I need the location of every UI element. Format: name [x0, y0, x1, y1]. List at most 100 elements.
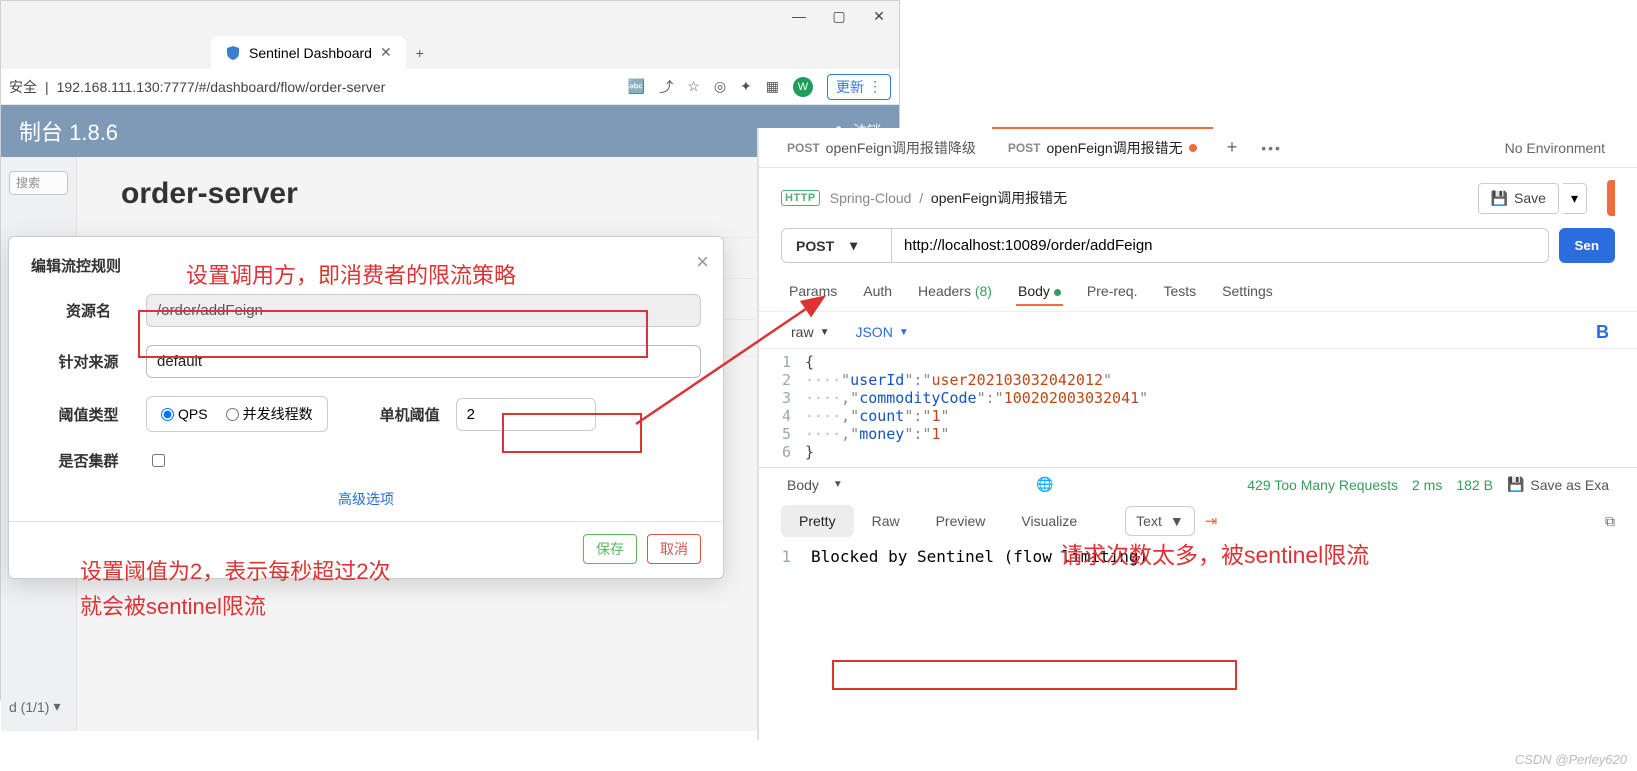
- body-type-row: raw▼ JSON▼ B: [759, 311, 1637, 349]
- globe-icon[interactable]: 🌐: [1036, 476, 1053, 493]
- resource-input[interactable]: [146, 294, 701, 327]
- method-select[interactable]: POST ▾: [781, 228, 891, 263]
- share-slice-icon[interactable]: [1607, 180, 1615, 216]
- tab-title: openFeign调用报错降级: [826, 138, 976, 158]
- divider: |: [45, 79, 49, 95]
- pm-breadcrumb-row: HTTP Spring-Cloud / openFeign调用报错无 💾 Sav…: [759, 168, 1637, 228]
- sidebar-search: [5, 165, 72, 201]
- beautify-button[interactable]: B: [1596, 322, 1609, 343]
- pm-more-tabs[interactable]: •••: [1251, 134, 1292, 162]
- translate-icon[interactable]: 🔤: [628, 78, 645, 95]
- browser-tabs: Sentinel Dashboard ✕ +: [1, 33, 899, 69]
- modal-close-button[interactable]: ×: [696, 249, 709, 275]
- eye-icon[interactable]: ◎: [714, 78, 726, 95]
- save-as-example[interactable]: 💾 Save as Exa: [1507, 476, 1609, 493]
- body-raw-select[interactable]: raw▼: [787, 318, 833, 346]
- maximize-icon[interactable]: ▢: [825, 5, 853, 27]
- chevron-down-icon: ▾: [53, 698, 60, 715]
- environment-select[interactable]: No Environment: [1485, 140, 1625, 156]
- http-badge-icon: HTTP: [781, 190, 820, 206]
- minimize-icon[interactable]: —: [785, 5, 813, 27]
- label-single-threshold: 单机阈值: [364, 404, 456, 425]
- tab-method: POST: [787, 141, 820, 155]
- browser-tab-inactive[interactable]: [61, 53, 211, 69]
- subtab-prereq[interactable]: Pre-req.: [1085, 277, 1140, 305]
- radio-thread[interactable]: 并发线程数: [226, 404, 313, 424]
- sidebar-footer[interactable]: d (1/1) ▾: [5, 690, 72, 723]
- subtab-params[interactable]: Params: [787, 277, 839, 305]
- advanced-link[interactable]: 高级选项: [31, 489, 701, 509]
- bookmark-icon[interactable]: ☆: [687, 78, 700, 95]
- security-label: 安全: [9, 77, 37, 97]
- chevron-down-icon: ▼: [820, 327, 830, 338]
- cancel-button[interactable]: 取消: [647, 534, 701, 564]
- new-tab-button[interactable]: +: [406, 37, 434, 69]
- label-resource: 资源名: [31, 300, 146, 321]
- window-controls: — ▢ ✕: [785, 5, 893, 27]
- radio-qps[interactable]: QPS: [161, 406, 208, 422]
- subtab-settings[interactable]: Settings: [1220, 277, 1275, 305]
- send-button[interactable]: Sen: [1559, 228, 1615, 263]
- save-dropdown[interactable]: ▾: [1563, 183, 1587, 214]
- tab-title: Sentinel Dashboard: [249, 45, 372, 61]
- chevron-down-icon: ▼: [1170, 513, 1184, 529]
- tab-method: POST: [1008, 141, 1041, 155]
- wrap-lines-icon[interactable]: ⇥: [1205, 512, 1218, 530]
- request-subtabs: Params Auth Headers (8) Body Pre-req. Te…: [759, 271, 1637, 311]
- chevron-down-icon: ▼: [899, 327, 909, 338]
- request-body-editor[interactable]: 1{ 2····userId:user202103032042012 3····…: [759, 349, 1637, 468]
- update-button[interactable]: 更新⋮: [827, 74, 891, 100]
- url-input[interactable]: [891, 228, 1549, 263]
- omnibar-icons: 🔤 ⤴ ☆ ◎ ✦ ▦ W 更新⋮: [628, 74, 891, 100]
- profile-avatar[interactable]: W: [793, 77, 813, 97]
- watermark: CSDN @Perley620: [1515, 752, 1627, 767]
- postman-window: POST openFeign调用报错降级 POST openFeign调用报错无…: [757, 128, 1637, 740]
- subtab-auth[interactable]: Auth: [861, 277, 894, 305]
- apps-icon[interactable]: ▦: [766, 78, 779, 95]
- sidebar-search-input[interactable]: [9, 171, 68, 195]
- chevron-down-icon[interactable]: ▼: [833, 479, 843, 490]
- copy-icon[interactable]: ⧉: [1605, 513, 1615, 530]
- response-size: 182 B: [1456, 477, 1493, 493]
- share-icon[interactable]: ⤴: [659, 77, 673, 97]
- tab-close-icon[interactable]: ✕: [380, 44, 392, 61]
- breadcrumb[interactable]: Spring-Cloud / openFeign调用报错无: [830, 188, 1067, 208]
- subtab-body[interactable]: Body: [1016, 277, 1063, 305]
- pm-tab-inactive[interactable]: POST openFeign调用报错降级: [771, 128, 992, 168]
- annot-mid: 设置阈值为2，表示每秒超过2次 就会被sentinel限流: [80, 554, 390, 624]
- radio-thread-input[interactable]: [226, 408, 239, 421]
- resp-tab-pretty[interactable]: Pretty: [781, 505, 854, 537]
- radio-qps-input[interactable]: [161, 408, 174, 421]
- cluster-checkbox[interactable]: [152, 454, 165, 467]
- response-section-label[interactable]: Body: [787, 477, 819, 493]
- address-bar[interactable]: 192.168.111.130:7777/#/dashboard/flow/or…: [57, 79, 386, 95]
- resp-tab-preview[interactable]: Preview: [918, 505, 1004, 537]
- request-row: POST ▾ Sen: [759, 228, 1637, 271]
- origin-input[interactable]: [146, 345, 701, 378]
- subtab-headers[interactable]: Headers (8): [916, 277, 994, 305]
- response-header: Body ▼ 🌐 429 Too Many Requests 2 ms 182 …: [759, 468, 1637, 501]
- close-icon[interactable]: ✕: [865, 5, 893, 27]
- pm-tab-active[interactable]: POST openFeign调用报错无: [992, 128, 1213, 168]
- annot-right: 请求次数太多，被sentinel限流: [1060, 536, 1369, 570]
- dashboard-title: 制台 1.8.6: [19, 115, 118, 147]
- extensions-icon[interactable]: ✦: [740, 78, 752, 95]
- tab-title: openFeign调用报错无: [1047, 138, 1183, 158]
- window-titlebar: — ▢ ✕: [1, 1, 899, 33]
- save-button[interactable]: 保存: [583, 534, 637, 564]
- response-tabs: Pretty Raw Preview Visualize Text▼ ⇥ ⧉: [759, 501, 1637, 541]
- save-icon: 💾: [1507, 476, 1524, 493]
- response-content-type[interactable]: Text▼: [1125, 506, 1195, 536]
- save-button[interactable]: 💾 Save: [1478, 183, 1559, 214]
- body-json-select[interactable]: JSON▼: [851, 318, 912, 346]
- browser-tab-active[interactable]: Sentinel Dashboard ✕: [211, 36, 406, 69]
- threshold-input[interactable]: [456, 398, 596, 431]
- subtab-tests[interactable]: Tests: [1161, 277, 1198, 305]
- omnibar: 安全 | 192.168.111.130:7777/#/dashboard/fl…: [1, 69, 899, 105]
- shield-icon: [225, 45, 241, 61]
- threshold-type-radio-group: QPS 并发线程数: [146, 396, 328, 432]
- pm-new-tab[interactable]: +: [1213, 131, 1252, 164]
- row-cluster: 是否集群: [31, 450, 701, 471]
- resp-tab-raw[interactable]: Raw: [854, 505, 918, 537]
- resp-tab-visualize[interactable]: Visualize: [1003, 505, 1095, 537]
